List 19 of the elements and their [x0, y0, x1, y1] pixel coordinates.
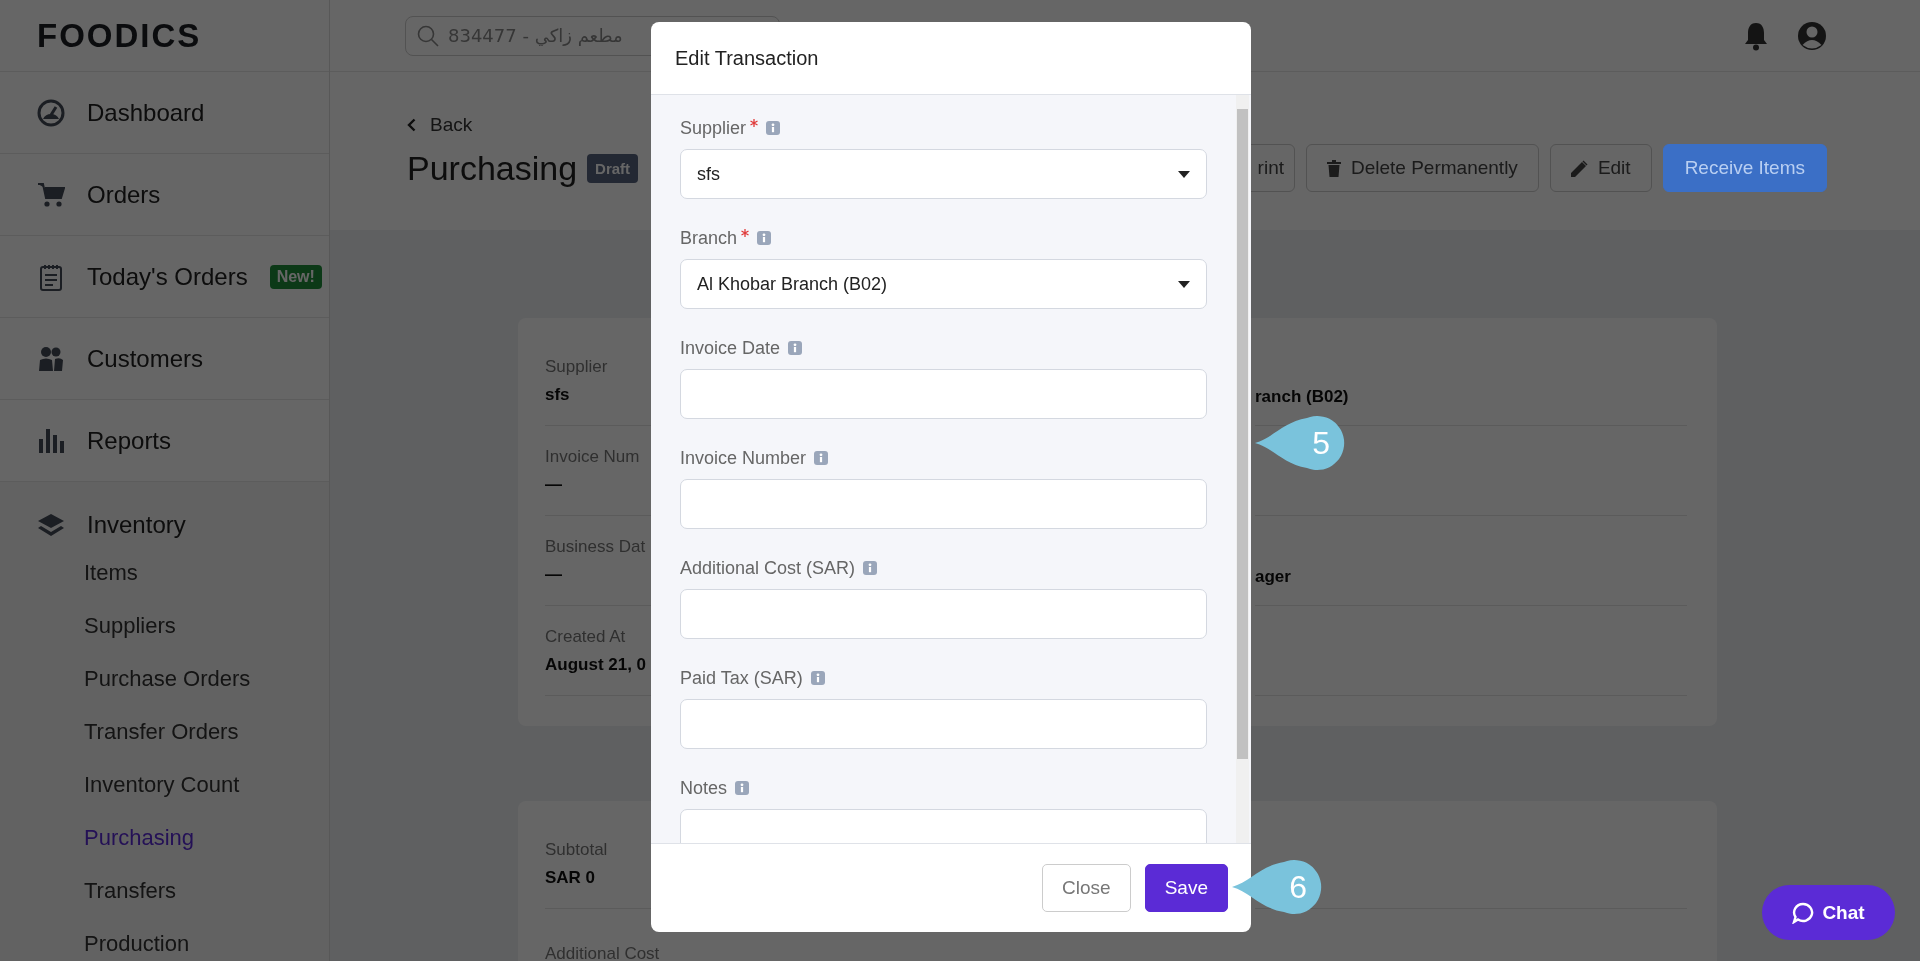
field-label: Branch	[680, 227, 738, 249]
new-badge: New!	[269, 264, 322, 289]
field-value: sfs	[545, 384, 570, 405]
status-badge: Draft	[587, 153, 639, 183]
field-value: ranch (B02)	[1255, 387, 1349, 407]
field-value: —	[545, 474, 562, 495]
page-title: Purchasing	[407, 148, 578, 188]
field-label: Additional Cost (SAR)	[680, 557, 856, 579]
field-label: Paid Tax (SAR)	[680, 667, 803, 689]
field-label: Supplier	[680, 117, 747, 139]
field-value: August 21, 0	[545, 654, 647, 675]
step-callout: 5	[1255, 416, 1347, 470]
field-label: Notes	[680, 777, 728, 799]
field-label: Invoice Number	[680, 447, 807, 469]
step-callout: 6	[1232, 860, 1324, 914]
field-label: Invoice Date	[680, 337, 781, 359]
field-value: SAR 0	[545, 867, 596, 888]
field-value: ager	[1255, 567, 1291, 587]
field-value: —	[545, 564, 562, 585]
